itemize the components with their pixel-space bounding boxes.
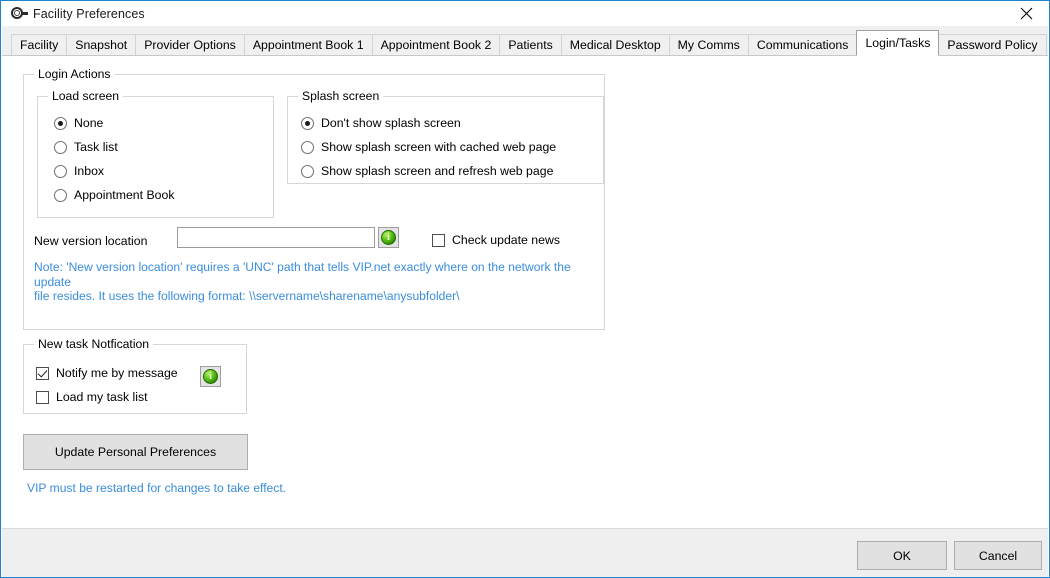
checkbox-indicator: [36, 366, 49, 380]
tab-facility[interactable]: Facility: [11, 34, 68, 55]
green-info-globe-icon: [203, 369, 218, 384]
new-version-location-label: New version location: [34, 234, 148, 248]
tab-communications[interactable]: Communications: [747, 34, 858, 55]
radio-label: Show splash screen with cached web page: [321, 140, 557, 154]
radio-label: Don't show splash screen: [321, 116, 461, 130]
radio-indicator: [301, 116, 314, 130]
radio-splash-none[interactable]: Don't show splash screen: [301, 116, 461, 130]
tab-patients[interactable]: Patients: [499, 34, 562, 55]
check-update-news-checkbox[interactable]: Check update news: [432, 233, 560, 247]
radio-label: Show splash screen and refresh web page: [321, 164, 554, 178]
radio-label: Task list: [74, 140, 118, 154]
new-task-notification-legend: New task Notfication: [34, 337, 154, 351]
tab-login-tasks[interactable]: Login/Tasks: [856, 30, 940, 56]
unc-path-note-line-1: Note: 'New version location' requires a …: [34, 260, 571, 289]
close-icon[interactable]: [1003, 1, 1049, 26]
login-tasks-panel: Login Actions Load screen None Task list…: [2, 56, 1048, 528]
tab-password-policy[interactable]: Password Policy: [938, 34, 1047, 55]
radio-indicator: [301, 140, 314, 154]
load-screen-group: Load screen None Task list Inbox Appoint…: [37, 89, 274, 218]
update-personal-preferences-button[interactable]: Update Personal Preferences: [23, 434, 248, 470]
radio-label: Inbox: [74, 164, 105, 178]
radio-load-none[interactable]: None: [54, 116, 103, 130]
radio-indicator: [301, 164, 314, 178]
login-actions-group: Login Actions Load screen None Task list…: [23, 67, 605, 330]
tab-snapshot[interactable]: Snapshot: [66, 34, 137, 55]
checkbox-indicator: [36, 390, 49, 404]
radio-load-inbox[interactable]: Inbox: [54, 164, 104, 178]
dialog-footer: OK Cancel: [2, 528, 1048, 577]
radio-label: None: [74, 116, 104, 130]
load-my-task-list-checkbox[interactable]: Load my task list: [36, 390, 148, 404]
window-title: Facility Preferences: [33, 6, 145, 21]
radio-indicator: [54, 140, 67, 154]
tab-list: Facility Snapshot Provider Options Appoi…: [11, 25, 1047, 56]
new-version-info-button[interactable]: [378, 227, 399, 248]
unc-path-note: Note: 'New version location' requires a …: [34, 260, 594, 304]
radio-label: Appointment Book: [74, 188, 175, 202]
unc-path-note-line-2: file resides. It uses the following form…: [34, 289, 460, 303]
radio-indicator: [54, 116, 67, 130]
tab-medical-desktop[interactable]: Medical Desktop: [560, 34, 670, 55]
radio-splash-cached[interactable]: Show splash screen with cached web page: [301, 140, 556, 154]
tab-appointment-book-1[interactable]: Appointment Book 1: [243, 34, 373, 55]
new-version-location-input[interactable]: [177, 227, 375, 248]
new-task-notification-group: New task Notfication Notify me by messag…: [23, 337, 247, 414]
checkbox-label: Check update news: [452, 233, 561, 247]
splash-screen-group: Splash screen Don't show splash screen S…: [287, 89, 604, 184]
tab-provider-options[interactable]: Provider Options: [135, 34, 245, 55]
login-actions-legend: Login Actions: [34, 67, 115, 81]
tab-strip: Facility Snapshot Provider Options Appoi…: [2, 26, 1048, 56]
load-screen-legend: Load screen: [48, 89, 124, 103]
radio-indicator: [54, 188, 67, 202]
title-bar: Facility Preferences: [1, 1, 1049, 26]
checkbox-indicator: [432, 233, 445, 247]
radio-indicator: [54, 164, 67, 178]
cancel-button[interactable]: Cancel: [954, 541, 1042, 570]
notify-me-by-message-checkbox[interactable]: Notify me by message: [36, 366, 178, 380]
facility-preferences-window: Facility Preferences Facility Snapshot P…: [0, 0, 1050, 578]
radio-load-appointment-book[interactable]: Appointment Book: [54, 188, 175, 202]
green-info-globe-icon: [381, 230, 396, 245]
restart-note: VIP must be restarted for changes to tak…: [27, 481, 287, 495]
checkbox-label: Load my task list: [56, 390, 148, 404]
ok-button[interactable]: OK: [857, 541, 947, 570]
tab-appointment-book-2[interactable]: Appointment Book 2: [371, 34, 501, 55]
target-gear-icon: [11, 6, 28, 22]
checkbox-label: Notify me by message: [56, 366, 178, 380]
new-task-info-button[interactable]: [200, 366, 221, 387]
tab-my-comms[interactable]: My Comms: [668, 34, 749, 55]
radio-load-task-list[interactable]: Task list: [54, 140, 118, 154]
splash-screen-legend: Splash screen: [298, 89, 384, 103]
radio-splash-refresh[interactable]: Show splash screen and refresh web page: [301, 164, 553, 178]
